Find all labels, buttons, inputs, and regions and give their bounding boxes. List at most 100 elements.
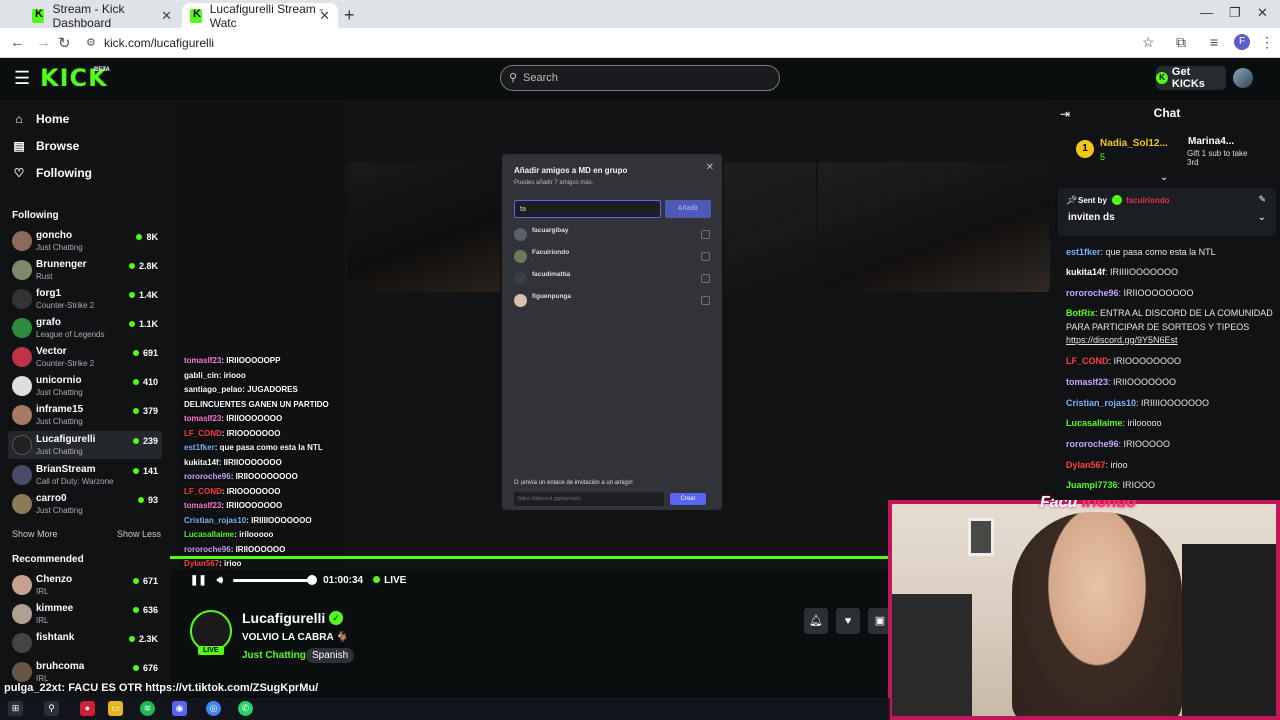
app-icon[interactable]: ● [80, 701, 95, 716]
browser-profile-avatar[interactable]: F [1234, 34, 1250, 50]
chat-text: : IRIIOOOOOOO [1108, 377, 1177, 387]
sidebar-channel-goncho[interactable]: goncho Just Chatting 8K [8, 227, 162, 255]
viewer-count: 671 [133, 576, 158, 586]
pause-icon[interactable]: ❚❚ [190, 575, 207, 586]
spotify-icon[interactable]: ≋ [140, 701, 155, 716]
chat-username[interactable]: rororoche96 [1066, 439, 1119, 449]
sidebar-channel-brianstream[interactable]: BrianStream Call of Duty: Warzone 141 [8, 461, 162, 489]
chat-username[interactable]: LF_COND [1066, 356, 1109, 366]
language-tag[interactable]: Spanish [306, 648, 355, 663]
site-info-icon[interactable]: ⚙ [86, 36, 96, 49]
channel-name[interactable]: Lucafigurelli [242, 610, 325, 626]
new-tab-icon[interactable]: + [344, 5, 355, 26]
overlay-chat-user: tomaslf23 [184, 501, 222, 510]
chat-text: : ENTRA AL DISCORD DE LA COMUNIDAD PARA … [1066, 308, 1273, 332]
whatsapp-icon[interactable]: ✆ [238, 701, 253, 716]
sidebar-channel-forg1[interactable]: forg1 Counter-Strike 2 1.4K [8, 285, 162, 313]
close-window-icon[interactable]: ✕ [1257, 5, 1268, 21]
nav-home[interactable]: ⌂ Home [12, 112, 69, 126]
user-avatar[interactable] [1233, 68, 1253, 88]
unpin-icon[interactable]: ✎ [1258, 194, 1266, 205]
stream-category[interactable]: Just Chatting [242, 650, 306, 661]
close-tab-icon[interactable]: ✕ [319, 8, 330, 24]
start-icon[interactable]: ⊞ [8, 701, 23, 716]
volume-icon[interactable]: 🔊︎ [217, 575, 223, 586]
nav-following[interactable]: ♡ Following [12, 166, 92, 180]
friend-row[interactable]: figuenpunga · [514, 292, 714, 310]
sidebar-channel-kimmee[interactable]: kimmee IRL 636 [8, 600, 162, 628]
minimize-icon[interactable]: — [1200, 5, 1213, 20]
nav-browse[interactable]: ▤ Browse [12, 139, 79, 153]
bookmark-star-icon[interactable]: ☆ [1142, 34, 1155, 51]
friend-row[interactable]: facuargibay · [514, 226, 714, 244]
restore-icon[interactable]: ❐ [1229, 5, 1241, 21]
leaderboard-user[interactable]: Nadia_Sol12... [1100, 138, 1168, 149]
select-checkbox[interactable] [701, 274, 710, 283]
channel-category: IRL [36, 616, 49, 625]
select-checkbox[interactable] [701, 296, 710, 305]
chat-username[interactable]: Lucasallaime [1066, 418, 1123, 428]
sidebar-channel-chenzo[interactable]: Chenzo IRL 671 [8, 571, 162, 599]
get-kicks-button[interactable]: K Get KICKs [1156, 66, 1226, 90]
chat-username[interactable]: tomaslf23 [1066, 377, 1108, 387]
sidebar-channel-brunenger[interactable]: Brunenger Rust 2.8K [8, 256, 162, 284]
search-input[interactable]: ⚲ Search [500, 65, 780, 91]
follow-heart-icon[interactable]: ♥ [836, 608, 860, 634]
add-button[interactable]: Añadir [665, 200, 711, 218]
chat-username[interactable]: BotRix [1066, 308, 1095, 318]
leaderboard-user[interactable]: Marina4... [1188, 136, 1234, 147]
invite-link-input[interactable] [514, 492, 664, 506]
chat-username[interactable]: kukita14f [1066, 267, 1105, 277]
sidebar-channel-inframe15[interactable]: inframe15 Just Chatting 379 [8, 401, 162, 429]
sidebar-channel-grafo[interactable]: grafo League of Legends 1.1K [8, 314, 162, 342]
back-icon[interactable]: ← [10, 34, 25, 51]
viewer-count: 410 [133, 377, 158, 387]
chat-text: : IRIIIIOOOOOOO [1136, 398, 1210, 408]
notifications-bell-icon[interactable]: 🔔︎ [804, 608, 828, 634]
media-icon[interactable]: ≡ [1210, 34, 1218, 50]
friend-search-input[interactable] [514, 200, 661, 218]
browser-tab-stream[interactable]: Lucafigurelli Stream - Watc ✕ [182, 2, 338, 30]
url-field[interactable]: kick.com/lucafigurelli [104, 36, 214, 50]
close-icon[interactable]: ✕ [706, 162, 714, 173]
forward-icon[interactable]: → [36, 34, 51, 51]
volume-slider[interactable] [233, 574, 318, 585]
volume-knob[interactable] [307, 574, 318, 585]
chat-link[interactable]: https://discord.gg/9Y5N6Est [1066, 335, 1178, 345]
chat-username[interactable]: est1fker [1066, 247, 1101, 257]
browser-menu-icon[interactable]: ⋮ [1260, 34, 1274, 51]
extensions-icon[interactable]: ⧉ [1176, 34, 1186, 51]
show-less-link[interactable]: Show Less [117, 529, 161, 539]
viewer-count: 636 [133, 605, 158, 615]
friend-row[interactable]: facudimattia · [514, 270, 714, 288]
friend-row[interactable]: Facuiriondo · [514, 248, 714, 266]
select-checkbox[interactable] [701, 252, 710, 261]
chat-username[interactable]: Juampi7736 [1066, 480, 1118, 490]
overlay-chat-text: : IRIIOOOOOPP [221, 356, 281, 365]
reload-icon[interactable]: ↻ [58, 34, 71, 52]
sidebar-channel-fishtank[interactable]: fishtank 2.3K [8, 629, 162, 657]
browser-tab-dashboard[interactable]: Stream - Kick Dashboard ✕ [24, 2, 180, 30]
sidebar-channel-unicornio[interactable]: unicornio Just Chatting 410 [8, 372, 162, 400]
chat-username[interactable]: Dylan567 [1066, 460, 1106, 470]
discord-icon[interactable]: ◉ [172, 701, 187, 716]
sidebar-channel-carro0[interactable]: carro0 Just Chatting 93 [8, 490, 162, 518]
close-tab-icon[interactable]: ✕ [161, 8, 172, 24]
menu-icon[interactable]: ☰ [14, 68, 30, 89]
show-more-link[interactable]: Show More [12, 529, 58, 539]
pinned-sender[interactable]: facuiriondo [1126, 196, 1170, 205]
chrome-icon[interactable]: ◎ [206, 701, 221, 716]
create-button[interactable]: Crear [670, 493, 706, 505]
sidebar-channel-lucafigurelli[interactable]: Lucafigurelli Just Chatting 239 [8, 431, 162, 459]
sidebar-channel-vector[interactable]: Vector Counter-Strike 2 691 [8, 343, 162, 371]
chat-username[interactable]: Cristian_rojas10 [1066, 398, 1136, 408]
channel-category: Counter-Strike 2 [36, 359, 95, 368]
expand-chevron-icon[interactable]: ⌄ [1160, 172, 1168, 183]
file-explorer-icon[interactable]: ▭ [108, 701, 123, 716]
chat-text: : IRIIOOOOOOOO [1118, 288, 1194, 298]
select-checkbox[interactable] [701, 230, 710, 239]
stream-progress-bar[interactable] [170, 556, 890, 559]
chat-username[interactable]: rororoche96 [1066, 288, 1119, 298]
search-icon[interactable]: ⚲ [44, 701, 59, 716]
chevron-down-icon[interactable]: ⌄ [1258, 212, 1266, 223]
